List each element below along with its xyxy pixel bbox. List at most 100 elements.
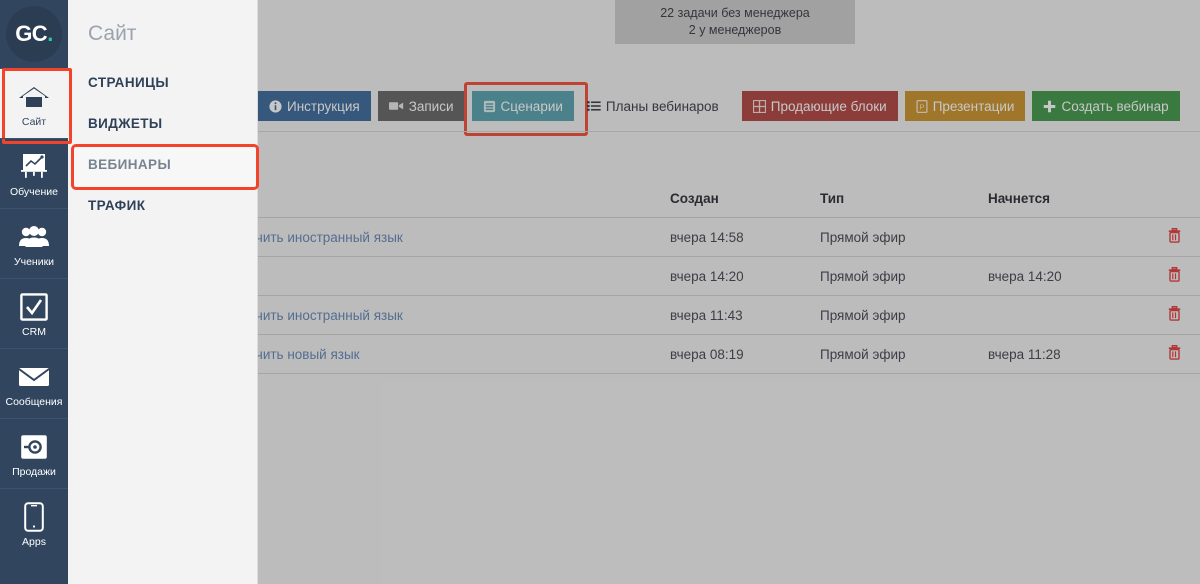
webinar-plans-button-label: Планы вебинаров — [605, 98, 719, 114]
webinars-table-body: Как быстро выучить иностранный язык вчер… — [150, 217, 1200, 374]
list-icon — [586, 100, 601, 112]
table-row: Как быстро выучить иностранный язык вчер… — [150, 295, 1200, 335]
cell-starts — [988, 295, 1148, 335]
sidebar-item-site-label: Сайт — [21, 115, 47, 128]
plus-icon — [1043, 100, 1056, 113]
cell-starts — [988, 217, 1148, 257]
create-webinar-button-wrap: Создать вебинар — [1032, 91, 1186, 121]
checkbox-icon — [20, 290, 48, 324]
instruction-button-wrap: Инструкция — [258, 91, 378, 121]
column-header-type[interactable]: Тип — [820, 182, 988, 218]
table-row: Как быстро выучить новый язык вчера 08:1… — [150, 334, 1200, 374]
sidebar-item-apps-label: Apps — [22, 535, 46, 548]
home-icon — [18, 80, 50, 114]
sidebar-item-students[interactable]: Ученики — [0, 208, 68, 278]
webinars-toolbar: Инструкция Записи Сценарии Планы вебинар… — [258, 82, 1200, 136]
sidebar-item-students-label: Ученики — [13, 255, 55, 268]
create-webinar-button-label: Создать вебинар — [1061, 98, 1169, 114]
menu-item-pages[interactable]: СТРАНИЦЫ — [68, 62, 257, 103]
logo-text-gc: GC — [15, 21, 48, 46]
webinars-table: Название Создан Тип Начнется Как быстро … — [150, 182, 1200, 374]
cell-type: Прямой эфир — [820, 334, 988, 374]
menu-item-traffic[interactable]: ТРАФИК — [68, 185, 257, 226]
delete-icon[interactable] — [1168, 306, 1181, 321]
safe-icon — [20, 430, 48, 464]
cell-created: вчера 08:19 — [670, 334, 820, 374]
sidebar-item-crm-label: CRM — [22, 325, 46, 338]
envelope-icon — [18, 360, 50, 394]
selling-blocks-button-label: Продающие блоки — [770, 98, 887, 114]
users-icon — [18, 220, 50, 254]
presentations-button[interactable]: P Презентации — [904, 91, 1026, 121]
site-section-menu: Сайт СТРАНИЦЫ ВИДЖЕТЫ ВЕБИНАРЫ ТРАФИК — [68, 0, 259, 584]
cell-actions — [1148, 256, 1200, 296]
easel-chart-icon — [19, 150, 49, 184]
records-button-label: Записи — [408, 98, 454, 114]
delete-icon[interactable] — [1168, 228, 1181, 243]
selling-blocks-button-wrap: Продающие блоки — [741, 91, 905, 121]
table-row: вчера 14:20 Прямой эфир вчера 14:20 — [150, 256, 1200, 296]
selling-blocks-button[interactable]: Продающие блоки — [741, 91, 898, 121]
toolbar-divider — [258, 131, 1200, 132]
scenarios-button[interactable]: Сценарии — [471, 91, 574, 121]
cell-actions — [1148, 295, 1200, 335]
menu-item-webinars[interactable]: ВЕБИНАРЫ — [68, 144, 259, 190]
video-camera-icon — [388, 100, 404, 112]
cell-type: Прямой эфир — [820, 295, 988, 335]
sidebar-item-messages-label: Сообщения — [5, 395, 63, 408]
sidebar-item-education[interactable]: Обучение — [0, 138, 68, 208]
create-webinar-button[interactable]: Создать вебинар — [1032, 91, 1180, 121]
primary-sidebar: GC. Сайт Обучение Ученики CRM Сообщения … — [0, 0, 72, 584]
logo-text-dot: . — [47, 21, 53, 46]
scenarios-button-wrap: Сценарии — [463, 82, 589, 136]
cell-type: Прямой эфир — [820, 256, 988, 296]
sidebar-item-crm[interactable]: CRM — [0, 278, 68, 348]
menu-item-webinars-label: ВЕБИНАРЫ — [88, 157, 172, 172]
instruction-button[interactable]: Инструкция — [258, 91, 371, 121]
column-header-created[interactable]: Создан — [670, 182, 820, 218]
app-logo[interactable]: GC. — [0, 0, 68, 68]
sidebar-item-site[interactable]: Сайт — [0, 68, 72, 144]
application-window: 22 задачи без менеджера 2 у менеджеров И… — [0, 0, 1200, 584]
delete-icon[interactable] — [1168, 267, 1181, 282]
menu-item-widgets[interactable]: ВИДЖЕТЫ — [68, 103, 257, 144]
webinar-plans-button-wrap: Планы вебинаров — [581, 91, 742, 121]
table-row: Как быстро выучить иностранный язык вчер… — [150, 217, 1200, 257]
logo-circle: GC. — [6, 6, 62, 62]
delete-icon[interactable] — [1168, 345, 1181, 360]
cell-starts: вчера 11:28 — [988, 334, 1148, 374]
column-header-starts[interactable]: Начнется — [988, 182, 1148, 218]
notification-line-1: 22 задачи без менеджера — [660, 6, 810, 20]
presentation-icon: P — [916, 99, 928, 113]
sidebar-item-apps[interactable]: Apps — [0, 488, 68, 558]
cell-actions — [1148, 334, 1200, 374]
webinars-table-head: Название Создан Тип Начнется — [150, 182, 1200, 218]
scenarios-button-label: Сценарии — [500, 98, 563, 114]
cell-starts: вчера 14:20 — [988, 256, 1148, 296]
table-header-row: Название Создан Тип Начнется — [150, 182, 1200, 218]
grid-icon — [752, 99, 766, 113]
mobile-icon — [24, 500, 44, 534]
cell-actions — [1148, 217, 1200, 257]
records-button-wrap: Записи — [377, 91, 472, 121]
task-notification-banner[interactable]: 22 задачи без менеджера 2 у менеджеров — [615, 0, 855, 44]
cell-created: вчера 11:43 — [670, 295, 820, 335]
sidebar-item-messages[interactable]: Сообщения — [0, 348, 68, 418]
menu-item-widgets-label: ВИДЖЕТЫ — [88, 116, 163, 131]
sidebar-item-sales[interactable]: Продажи — [0, 418, 68, 488]
records-button[interactable]: Записи — [377, 91, 465, 121]
cell-created: вчера 14:20 — [670, 256, 820, 296]
sidebar-item-education-label: Обучение — [9, 185, 58, 198]
svg-text:P: P — [919, 102, 924, 111]
presentations-button-wrap: P Презентации — [904, 91, 1033, 121]
menu-item-pages-label: СТРАНИЦЫ — [88, 75, 169, 90]
sidebar-item-sales-label: Продажи — [12, 465, 56, 478]
cell-type: Прямой эфир — [820, 217, 988, 257]
info-circle-icon — [269, 99, 282, 113]
instruction-button-label: Инструкция — [287, 98, 360, 114]
menu-panel-title: Сайт — [88, 22, 137, 45]
webinar-plans-button[interactable]: Планы вебинаров — [581, 91, 730, 121]
notification-line-2: 2 у менеджеров — [688, 23, 782, 37]
book-icon — [483, 100, 496, 113]
menu-item-traffic-label: ТРАФИК — [88, 198, 146, 213]
